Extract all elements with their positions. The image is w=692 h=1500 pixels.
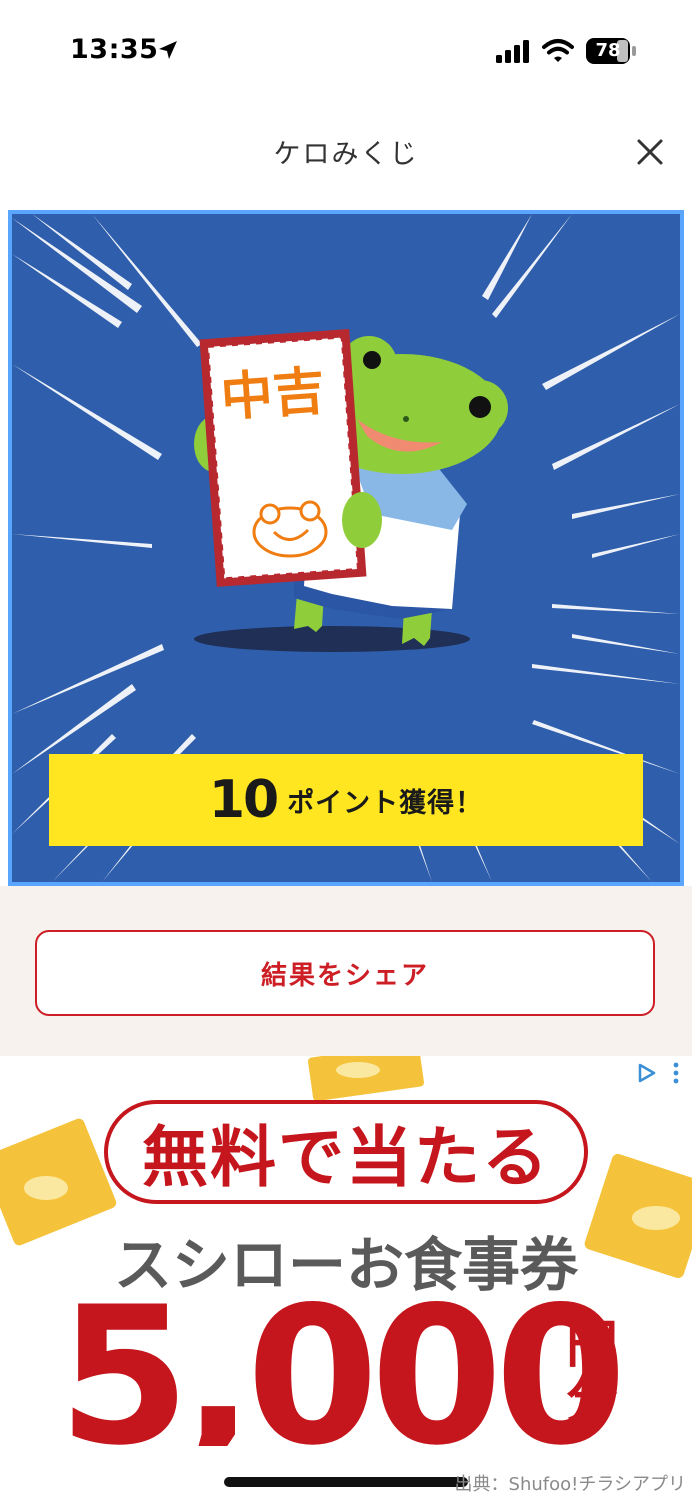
- points-banner: 10 ポイント獲得！: [49, 754, 643, 846]
- wifi-icon: [542, 39, 574, 62]
- ad-banner[interactable]: 無料で当たる スシローお食事券 5,000 円分: [0, 1056, 692, 1446]
- share-result-button[interactable]: 結果をシェア: [35, 930, 655, 1016]
- page: 13:35 78 ケロみくじ 中吉 10 ポイント獲得！ 結果をシェア 無料で当…: [0, 0, 692, 1500]
- ad-headline: 無料で当たる: [104, 1100, 588, 1204]
- source-credit: 出典：Shufoo!チラシアプリ: [454, 1474, 686, 1495]
- omikuji-result-panel: 中吉 10 ポイント獲得！: [8, 210, 684, 886]
- page-title: ケロみくじ: [273, 139, 419, 170]
- share-section: 結果をシェア: [0, 886, 692, 1056]
- fortune-text: 中吉: [219, 361, 327, 428]
- points-label: ポイント獲得！: [287, 787, 484, 819]
- status-time: 13:35: [70, 34, 159, 65]
- points-value: 10: [208, 770, 279, 830]
- close-icon[interactable]: [634, 136, 666, 168]
- status-bar: 13:35 78: [0, 0, 692, 100]
- ad-choices-icon[interactable]: [636, 1060, 684, 1086]
- home-indicator[interactable]: [224, 1477, 468, 1487]
- location-arrow-icon: [159, 41, 177, 59]
- ad-amount: 5,000: [58, 1266, 627, 1447]
- battery-level: 78: [595, 40, 621, 61]
- ad-unit: 円分: [566, 1315, 619, 1430]
- cellular-signal-icon: [496, 40, 529, 63]
